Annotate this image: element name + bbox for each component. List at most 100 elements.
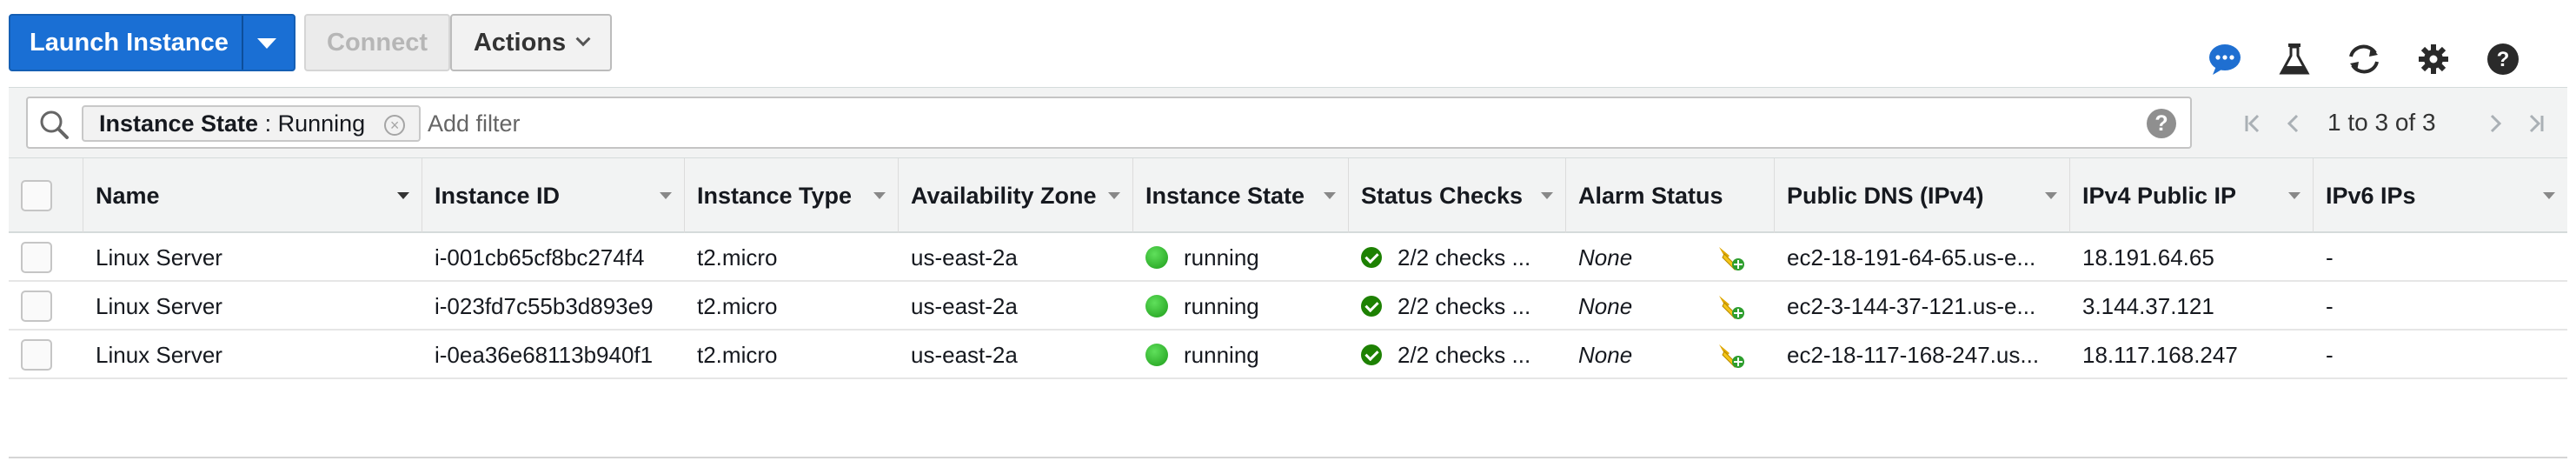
sort-caret-icon (2288, 192, 2300, 199)
connect-label: Connect (327, 28, 428, 57)
sort-caret-icon (2045, 192, 2057, 199)
actions-button[interactable]: Actions (450, 14, 612, 71)
column-header-status-checks[interactable]: Status Checks (1349, 158, 1566, 233)
cell-status-checks: 2/2 checks ... (1349, 282, 1566, 331)
column-header-label: Instance Type (697, 182, 853, 209)
create-alarm-icon[interactable] (1716, 341, 1745, 371)
instance-state-text: running (1184, 292, 1259, 319)
filter-help-icon[interactable]: ? (2147, 109, 2176, 138)
first-page-icon[interactable] (2241, 110, 2267, 137)
row-select-cell (9, 282, 83, 331)
launch-instance-label: Launch Instance (30, 29, 229, 57)
column-header-public-dns[interactable]: Public DNS (IPv4) (1775, 158, 2070, 233)
filter-token-instance-state[interactable]: Instance State : Running × (82, 105, 422, 142)
sort-caret-icon (1541, 192, 1553, 199)
table-header: Name Instance ID Instance Type Availabil… (9, 158, 2567, 233)
search-icon (38, 109, 70, 140)
help-icon[interactable]: ? (2484, 40, 2522, 78)
toolbar: Launch Instance Connect Actions (9, 14, 2567, 73)
status-checks-text: 2/2 checks ... (1398, 341, 1531, 368)
cell-alarm-status: None (1566, 233, 1775, 282)
filter-search-box[interactable]: Instance State : Running × ? (26, 97, 2192, 149)
previous-page-icon[interactable] (2281, 110, 2307, 137)
cell-name: Linux Server (96, 244, 222, 271)
table-bottom-divider (9, 457, 2567, 458)
filter-token-separator: : (258, 110, 278, 137)
cell-public-ip: 3.144.37.121 (2082, 292, 2214, 319)
column-header-instance-state[interactable]: Instance State (1133, 158, 1349, 233)
toolbar-icons: ? (2206, 40, 2571, 82)
table-row[interactable]: Linux Server i-001cb65cf8bc274f4 t2.micr… (9, 233, 2567, 282)
column-header-instance-type[interactable]: Instance Type (685, 158, 899, 233)
filter-token-value: Running (277, 110, 366, 137)
column-header-instance-id[interactable]: Instance ID (422, 158, 685, 233)
running-status-icon (1145, 246, 1168, 269)
create-alarm-icon[interactable] (1716, 292, 1745, 322)
column-header-label: IPv6 IPs (2326, 182, 2416, 209)
sort-caret-icon (2543, 192, 2555, 199)
running-status-icon (1145, 295, 1168, 317)
connect-button[interactable]: Connect (304, 14, 450, 71)
last-page-icon[interactable] (2522, 110, 2548, 137)
row-checkbox[interactable] (21, 339, 52, 371)
column-header-label: Public DNS (IPv4) (1787, 182, 1984, 209)
cell-public-dns: ec2-18-191-64-65.us-e... (1787, 244, 2036, 271)
gear-icon[interactable] (2414, 40, 2453, 78)
sort-caret-icon (660, 192, 672, 199)
column-header-name[interactable]: Name (83, 158, 422, 233)
column-header-label: Instance State (1145, 182, 1305, 209)
cell-public-dns: ec2-18-117-168-247.us... (1787, 341, 2040, 368)
remove-filter-icon[interactable]: × (384, 115, 406, 136)
cell-alarm-status: None (1566, 331, 1775, 379)
cell-ipv6: - (2326, 292, 2334, 319)
launch-divider (242, 16, 243, 70)
row-checkbox[interactable] (21, 291, 52, 322)
cell-instance-type: t2.micro (697, 292, 778, 319)
cell-name: Linux Server (96, 341, 222, 368)
chat-icon[interactable] (2206, 40, 2244, 78)
cell-ipv6: - (2326, 341, 2334, 368)
column-header-label: Name (96, 182, 160, 209)
cell-name: Linux Server (96, 292, 222, 319)
instance-state-text: running (1184, 244, 1259, 271)
svg-text:?: ? (2497, 48, 2510, 71)
create-alarm-icon[interactable] (1716, 244, 1745, 273)
refresh-icon[interactable] (2345, 40, 2383, 78)
actions-label: Actions (473, 28, 567, 57)
instance-state-text: running (1184, 341, 1259, 368)
row-checkbox[interactable] (21, 242, 52, 273)
cell-ipv6: - (2326, 244, 2334, 271)
alarm-status-text: None (1578, 292, 1633, 319)
flask-icon[interactable] (2275, 40, 2314, 78)
launch-dropdown-caret-icon[interactable] (257, 38, 276, 49)
table-row[interactable]: Linux Server i-0ea36e68113b940f1 t2.micr… (9, 331, 2567, 379)
select-all-checkbox[interactable] (21, 180, 52, 211)
check-passed-icon (1361, 296, 1382, 317)
sort-caret-icon (873, 192, 886, 199)
cell-status-checks: 2/2 checks ... (1349, 331, 1566, 379)
row-select-cell (9, 233, 83, 282)
cell-public-ip: 18.191.64.65 (2082, 244, 2214, 271)
cell-instance-id: i-001cb65cf8bc274f4 (435, 244, 645, 271)
launch-instance-button[interactable]: Launch Instance (9, 14, 295, 71)
cell-instance-type: t2.micro (697, 244, 778, 271)
column-header-ipv6-ips[interactable]: IPv6 IPs (2314, 158, 2567, 233)
add-filter-input[interactable] (428, 105, 2079, 142)
column-header-availability-zone[interactable]: Availability Zone (899, 158, 1133, 233)
table-row[interactable]: Linux Server i-023fd7c55b3d893e9 t2.micr… (9, 282, 2567, 331)
column-header-alarm-status[interactable]: Alarm Status (1566, 158, 1775, 233)
cell-public-ip: 18.117.168.247 (2082, 341, 2238, 368)
pagination: 1 to 3 of 3 (2237, 88, 2567, 157)
cell-instance-id: i-023fd7c55b3d893e9 (435, 292, 654, 319)
status-checks-text: 2/2 checks ... (1398, 244, 1531, 271)
column-header-label: Instance ID (435, 182, 561, 209)
cell-availability-zone: us-east-2a (911, 341, 1018, 368)
alarm-status-text: None (1578, 341, 1633, 368)
status-checks-text: 2/2 checks ... (1398, 292, 1531, 319)
column-header-ipv4-public-ip[interactable]: IPv4 Public IP (2070, 158, 2314, 233)
pagination-text: 1 to 3 of 3 (2327, 109, 2436, 136)
check-passed-icon (1361, 247, 1382, 268)
next-page-icon[interactable] (2482, 110, 2508, 137)
instances-table: Name Instance ID Instance Type Availabil… (9, 158, 2567, 379)
sort-caret-icon (397, 192, 409, 199)
